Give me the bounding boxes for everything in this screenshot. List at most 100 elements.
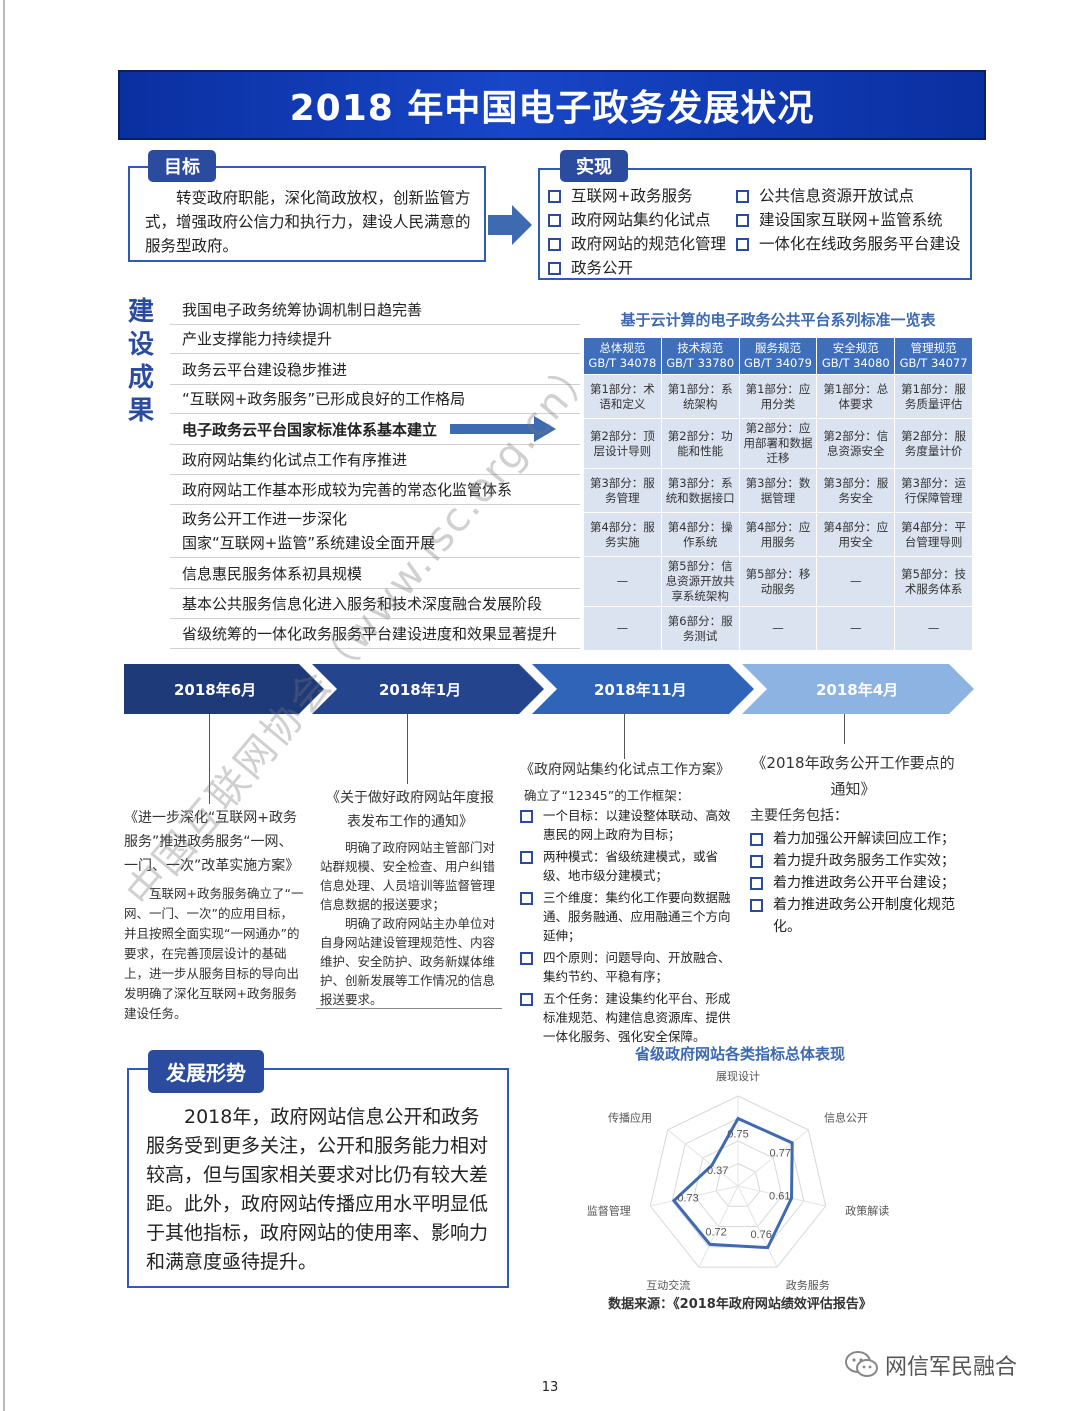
checkbox-icon	[750, 833, 763, 846]
checkbox-icon	[520, 892, 533, 905]
achievement-item: 国家“互联网+监管”系统建设全面开展	[170, 529, 580, 558]
checkbox-icon	[520, 952, 533, 965]
table-header-cell: 管理规范GB/T 34077	[894, 337, 973, 375]
list-item: 四个原则：问题导向、开放融合、集约节约、平稳有序；	[520, 948, 738, 986]
table-cell: 第3部分：数据管理	[738, 468, 818, 513]
achievement-item: 产业支撑能力持续提升	[170, 325, 580, 354]
table-cell: —	[816, 606, 896, 651]
doc3-title: 《政府网站集约化试点工作方案》	[520, 762, 730, 778]
table-cell: 第1部分：总体要求	[816, 374, 896, 419]
table-cell: 第5部分：技术服务体系	[894, 556, 973, 607]
table-header-cell: 服务规范GB/T 34079	[738, 337, 818, 375]
table-cell: 第1部分：系统架构	[660, 374, 740, 419]
list-item: 三个维度：集约化工作要向数据融通、服务融通、应用融通三个方向延伸；	[520, 888, 738, 945]
radar-value-label: 0.37	[707, 1165, 728, 1177]
radar-category-label: 互动交流	[646, 1278, 690, 1290]
table-cell: 第4部分：应用安全	[816, 512, 896, 557]
list-item: 互联网+政务服务	[548, 184, 733, 208]
table-cell: 第4部分：平台管理导则	[894, 512, 973, 557]
connector-line	[624, 714, 625, 759]
goal-text: 转变政府职能，深化简政放权，创新监管方式，增强政府公信力和执行力，建设人民满意的…	[145, 189, 471, 255]
list-item: 五个任务：建设集约化平台、形成标准规范、构建信息资源库、提供一体化服务、强化安全…	[520, 989, 738, 1046]
checkbox-icon	[548, 189, 561, 203]
table-cell: 第6部分：服务测试	[660, 606, 740, 651]
achievement-item: 政务云平台建设稳步推进	[170, 356, 580, 385]
realize-list-right: 公共信息资源开放试点 建设国家互联网+监管系统 一体化在线政务服务平台建设	[736, 184, 972, 256]
doc2-body1: 明确了政府网站主管部门对站群规模、安全检查、用户纠错信息处理、人员培训等监督管理…	[320, 840, 496, 912]
table-row: 第2部分：顶层设计导则 第2部分：功能和性能 第2部分：应用部署和数据迁移 第2…	[583, 418, 973, 469]
connector-line	[407, 714, 408, 784]
radar-value-label: 0.72	[705, 1227, 726, 1239]
achievements-heading: 建设成果	[128, 297, 155, 426]
table-cell: —	[583, 556, 662, 607]
radar-category-label: 展现设计	[716, 1070, 760, 1083]
timeline-step-label: 2018年1月	[379, 681, 462, 699]
wechat-icon	[845, 1351, 878, 1377]
doc4-list: 着力加强公开解读回应工作； 着力提升政务服务工作实效； 着力推进政务公开平台建设…	[744, 828, 962, 938]
page: 2018 年中国电子政务发展状况 目标 转变政府职能，深化简政放权，创新监管方式…	[0, 0, 1080, 1411]
list-item: 政府网站集约化试点	[548, 208, 733, 232]
checkbox-icon	[520, 993, 533, 1006]
title-banner: 2018 年中国电子政务发展状况	[118, 70, 986, 140]
list-item: 着力推进政务公开平台建设；	[750, 872, 962, 894]
table-row: 第1部分：术语和定义 第1部分：系统架构 第1部分：应用分类 第1部分：总体要求…	[583, 374, 973, 419]
doc2-title: 《关于做好政府网站年度报表发布工作的通知》	[326, 790, 494, 830]
checkbox-icon	[520, 851, 533, 864]
doc2-body2: 明确了政府网站主办单位对自身网站建设管理规范性、内容维护、安全防护、政务新媒体维…	[320, 916, 496, 1007]
connector-line	[844, 714, 845, 744]
table-cell: —	[738, 606, 818, 651]
standards-title: 基于云计算的电子政务公共平台系列标准一览表	[620, 311, 936, 329]
doc2-divider	[316, 1008, 502, 1009]
list-item: 政务公开	[548, 256, 733, 280]
radar-value-label: 0.61	[769, 1191, 790, 1203]
list-item: 建设国家互联网+监管系统	[736, 208, 972, 232]
realize-list-left: 互联网+政务服务 政府网站集约化试点 政府网站的规范化管理 政务公开	[548, 184, 733, 280]
radar-value-label: 0.75	[727, 1128, 748, 1140]
list-item: 着力加强公开解读回应工作；	[750, 828, 962, 850]
chart-source: 数据来源：《2018年政府网站绩效评估报告》	[608, 1297, 872, 1312]
radar-value-label: 0.73	[677, 1192, 698, 1204]
doc2-block: 《关于做好政府网站年度报表发布工作的通知》 明确了政府网站主管部门对站群规模、安…	[320, 786, 500, 1009]
radar-chart: 0.75 0.77 0.61 0.76 0.72 0.73 0.37 展现设计信息公开政策解读…	[587, 1070, 889, 1290]
list-item: 着力提升政务服务工作实效；	[750, 850, 962, 872]
doc3-intro: 确立了“12345”的工作框架：	[524, 788, 690, 803]
radar-category-label: 信息公开	[824, 1110, 868, 1124]
table-row: 第4部分：服务实施 第4部分：操作系统 第4部分：应用服务 第4部分：应用安全 …	[583, 512, 973, 557]
checkbox-icon	[736, 237, 749, 251]
list-item: 政府网站的规范化管理	[548, 232, 733, 256]
table-header-row: 总体规范GB/T 34078 技术规范GB/T 33780 服务规范GB/T 3…	[583, 337, 973, 375]
list-item: 公共信息资源开放试点	[736, 184, 972, 208]
page-title: 2018 年中国电子政务发展状况	[289, 88, 815, 129]
radar-category-label: 监督管理	[587, 1203, 631, 1217]
table-cell: 第5部分：信息资源开放共享系统架构	[660, 556, 740, 607]
table-cell: 第2部分：信息资源安全	[816, 418, 896, 469]
doc4-block: 《2018年政务公开工作要点的通知》 主要任务包括： 着力加强公开解读回应工作；…	[744, 750, 962, 938]
list-item: 着力推进政务公开制度化规范化。	[750, 894, 962, 938]
table-row: — 第5部分：信息资源开放共享系统架构 第5部分：移动服务 — 第5部分：技术服…	[583, 556, 973, 607]
table-cell: 第5部分：移动服务	[738, 556, 818, 607]
chart-title: 省级政府网站各类指标总体表现	[634, 1045, 845, 1063]
timeline-step-label: 2018年4月	[816, 681, 899, 699]
wechat-name: 网信军民融合	[885, 1355, 1018, 1380]
table-cell: —	[816, 556, 896, 607]
goal-tab: 目标	[148, 150, 216, 182]
checkbox-icon	[736, 213, 749, 227]
trend-text: 2018年，政府网站信息公开和政务服务受到更多关注，公开和服务能力相对较高，但与…	[146, 1106, 489, 1273]
checkbox-icon	[520, 810, 533, 823]
list-item: 两种模式：省级统建模式，或省级、地市级分建模式；	[520, 847, 738, 885]
arrow-right-icon	[488, 205, 532, 245]
realize-tab: 实现	[560, 150, 628, 182]
table-cell: 第3部分：系统和数据接口	[660, 468, 740, 513]
wechat-badge: 网信军民融合	[845, 1349, 1017, 1381]
radar-category-label: 政策解读	[845, 1203, 889, 1217]
table-row: 第3部分：服务管理 第3部分：系统和数据接口 第3部分：数据管理 第3部分：服务…	[583, 468, 973, 513]
table-cell: —	[583, 606, 662, 651]
doc3-list: 一个目标：以建设整体联动、高效惠民的网上政府为目标； 两种模式：省级统建模式，或…	[520, 806, 738, 1046]
table-cell: 第2部分：应用部署和数据迁移	[738, 418, 818, 469]
doc4-intro: 主要任务包括：	[750, 808, 848, 824]
radar-category-label: 传播应用	[608, 1110, 652, 1124]
trend-tab: 发展形势	[148, 1050, 264, 1093]
standards-table: 总体规范GB/T 34078 技术规范GB/T 33780 服务规范GB/T 3…	[583, 337, 973, 651]
doc3-block: 《政府网站集约化试点工作方案》 确立了“12345”的工作框架： 一个目标：以建…	[520, 758, 738, 1049]
table-row: — 第6部分：服务测试 — — —	[583, 606, 973, 651]
